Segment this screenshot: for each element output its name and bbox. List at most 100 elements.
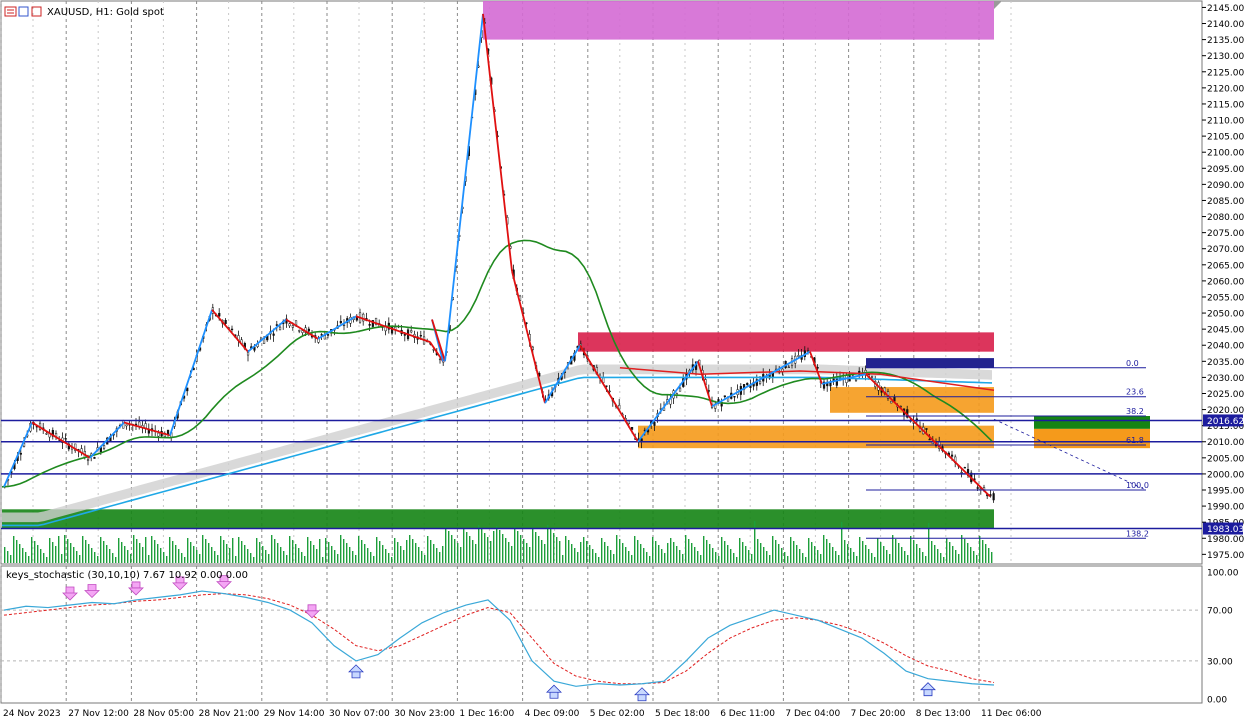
volume-bar xyxy=(772,536,774,563)
volume-bar xyxy=(307,537,309,563)
volume-bar xyxy=(136,539,138,563)
time-label: 5 Dec 02:00 xyxy=(590,709,645,719)
volume-bar xyxy=(346,543,348,563)
candle-body xyxy=(963,467,966,469)
volume-bar xyxy=(859,537,861,563)
fib-label: 61.8 xyxy=(1126,436,1144,445)
volume-bar xyxy=(199,554,201,563)
price-tick-label: 2085.00 xyxy=(1207,197,1244,207)
volume-bar xyxy=(688,539,690,563)
volume-bar xyxy=(235,556,237,563)
volume-bar xyxy=(391,557,393,563)
candle-body xyxy=(758,380,762,384)
volume-bar xyxy=(268,554,270,563)
volume-bar xyxy=(70,543,72,563)
volume-bar xyxy=(250,553,252,563)
volume-bar xyxy=(334,550,336,563)
price-tick-label: 2105.00 xyxy=(1207,133,1244,143)
volume-bar xyxy=(409,535,411,563)
volume-bar xyxy=(37,545,39,563)
volume-bar xyxy=(856,556,858,563)
time-label: 6 Dec 11:00 xyxy=(720,709,775,719)
candle-body xyxy=(925,428,928,430)
volume-bar xyxy=(799,549,801,563)
fib-anchor-bar xyxy=(866,358,994,368)
volume-bar xyxy=(892,535,894,563)
candle-body xyxy=(627,420,630,424)
volume-bar xyxy=(460,547,462,563)
volume-bar xyxy=(718,556,720,563)
volume-bar xyxy=(901,547,903,563)
price-tick-label: 2035.00 xyxy=(1207,358,1244,368)
volume-bar xyxy=(28,556,30,563)
volume-bar xyxy=(511,546,513,563)
volume-bar xyxy=(220,536,222,563)
volume-bar xyxy=(646,552,648,563)
price-tick-label: 1995.00 xyxy=(1207,487,1244,497)
volume-bar xyxy=(505,538,507,563)
volume-bar xyxy=(283,551,285,563)
volume-bar xyxy=(556,537,558,563)
volume-bar xyxy=(649,556,651,563)
stoch-tick-label: 30.00 xyxy=(1207,657,1233,667)
volume-bar xyxy=(295,544,297,563)
volume-bar xyxy=(553,533,555,563)
candle-body xyxy=(870,376,874,378)
candle-body xyxy=(275,324,278,326)
volume-bar xyxy=(874,557,876,563)
candle-body xyxy=(339,321,342,324)
volume-bar xyxy=(832,547,834,563)
candle-body xyxy=(19,452,22,455)
volume-bar xyxy=(274,539,276,563)
candle-body xyxy=(362,313,365,322)
volume-bar xyxy=(685,535,687,563)
volume-bar xyxy=(709,544,711,563)
volume-bar xyxy=(619,539,621,563)
time-label: 7 Dec 20:00 xyxy=(851,709,906,719)
volume-bar xyxy=(316,549,318,563)
volume-bar xyxy=(532,528,534,563)
volume-bar xyxy=(397,542,399,563)
candle-body xyxy=(64,438,67,440)
volume-bar xyxy=(850,548,852,563)
price-tick-label: 2135.00 xyxy=(1207,36,1244,46)
volume-bar xyxy=(217,555,219,563)
price-tick-label: 2130.00 xyxy=(1207,52,1244,62)
volume-bar xyxy=(751,554,753,563)
volume-bar xyxy=(922,552,924,563)
volume-bar xyxy=(679,550,681,563)
price-tick-label: 2080.00 xyxy=(1207,213,1244,223)
volume-bar xyxy=(946,538,948,563)
candle-body xyxy=(278,326,282,331)
price-tick-label: 1975.00 xyxy=(1207,551,1244,561)
volume-bar xyxy=(331,546,333,563)
volume-bar xyxy=(127,550,129,563)
volume-bar xyxy=(226,544,228,563)
volume-bar xyxy=(247,549,249,563)
candle-body xyxy=(410,330,413,333)
candle-body xyxy=(102,445,106,449)
candle-body xyxy=(678,387,682,392)
volume-bar xyxy=(241,541,243,563)
price-tick-label: 2140.00 xyxy=(1207,20,1244,30)
volume-bar xyxy=(76,551,78,563)
price-chart[interactable]: 0.0 23.6 38.2 61.8 100.0 138.2 24 Nov 2023 27 … xyxy=(0,0,1253,721)
candle-body xyxy=(307,328,310,332)
volume-bar xyxy=(253,557,255,563)
volume-bar xyxy=(40,549,42,563)
volume-bar xyxy=(211,547,213,563)
volume-bar xyxy=(673,542,675,563)
volume-bar xyxy=(583,537,585,563)
volume-bar xyxy=(262,546,264,563)
volume-bar xyxy=(298,548,300,563)
volume-bar xyxy=(760,543,762,563)
volume-bar xyxy=(865,545,867,563)
time-label: 29 Nov 14:00 xyxy=(264,709,325,719)
volume-bar xyxy=(862,541,864,563)
volume-bar xyxy=(139,543,141,563)
candle-body xyxy=(186,387,189,392)
volume-bar xyxy=(445,527,447,563)
candle-body xyxy=(288,323,291,327)
volume-bar xyxy=(574,548,576,563)
candle-body xyxy=(960,471,963,474)
